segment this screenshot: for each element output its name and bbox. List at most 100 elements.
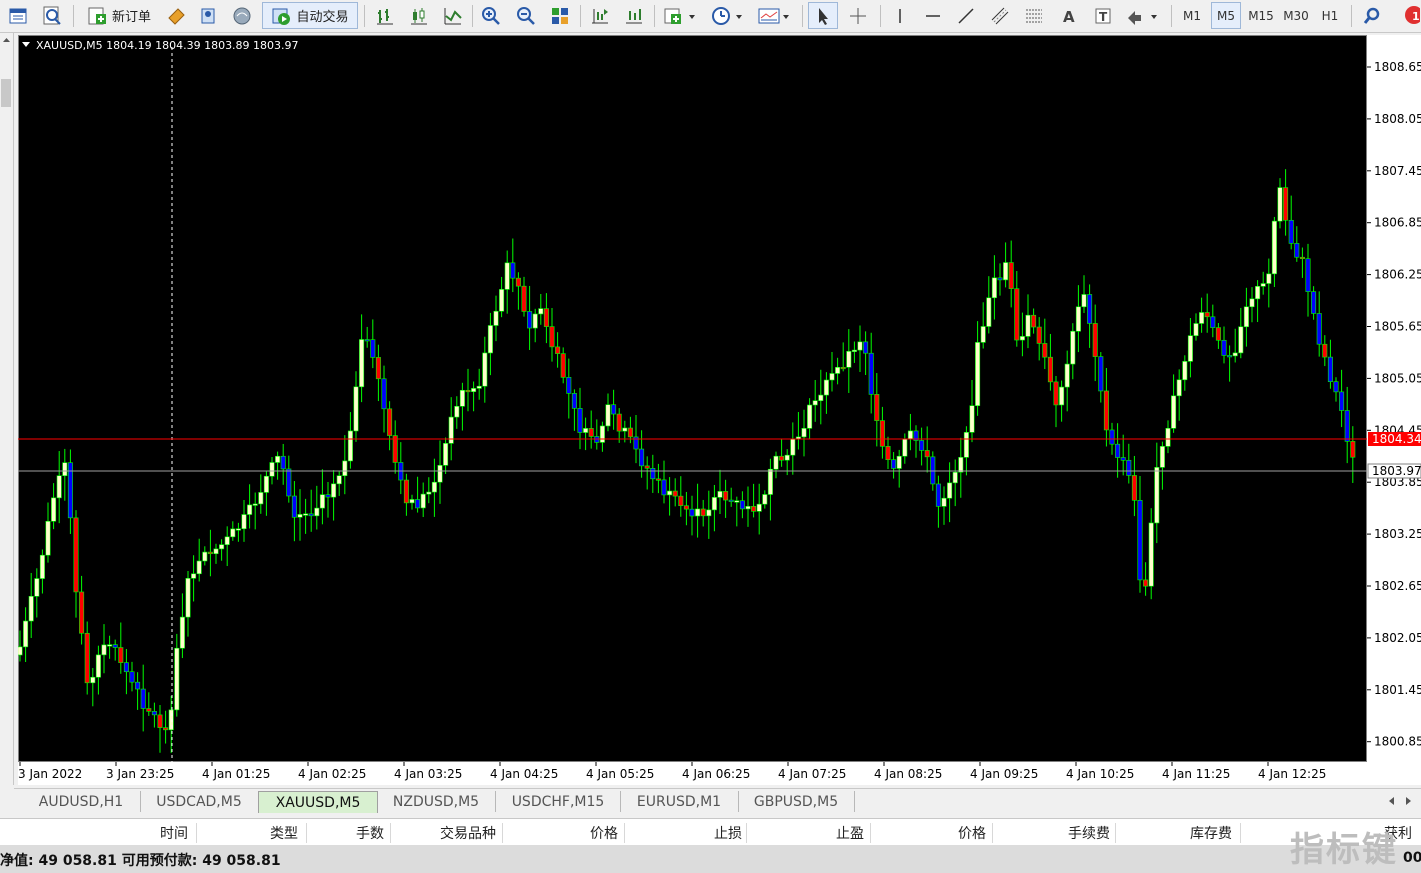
timeframe-h1[interactable]: H1 <box>1315 2 1345 29</box>
column-header-stop-loss[interactable]: 止损 <box>684 823 742 843</box>
equidistant-channel-icon[interactable] <box>986 2 1014 29</box>
text-icon[interactable]: A <box>1055 2 1083 29</box>
timeframe-m5[interactable]: M5 <box>1211 2 1241 29</box>
price-scale[interactable]: 1808.65 1808.05 1807.45 1806.85 1806.25 1805.… <box>1367 35 1421 785</box>
notification-icon[interactable]: 1 <box>1396 2 1421 29</box>
signals-icon[interactable] <box>194 2 222 29</box>
bar-chart-icon[interactable] <box>371 2 399 29</box>
svg-text:1: 1 <box>1412 10 1420 23</box>
crosshair-icon[interactable] <box>843 2 873 29</box>
fibonacci-icon[interactable] <box>1020 2 1048 29</box>
column-header-current-price[interactable]: 价格 <box>928 823 986 843</box>
candle-body <box>247 504 253 515</box>
indicators-icon[interactable] <box>660 2 700 29</box>
candle-body <box>1014 288 1020 341</box>
candlestick-icon[interactable] <box>405 2 433 29</box>
symbol-tab-eurusd[interactable]: EURUSD,M1 <box>620 791 739 812</box>
candle-body <box>381 378 387 410</box>
candle-body <box>230 528 236 538</box>
symbol-tab-label: EURUSD,M1 <box>636 793 722 810</box>
timeframe-m30[interactable]: M30 <box>1280 2 1312 29</box>
candle-body <box>1344 410 1350 442</box>
candle-body <box>588 428 594 437</box>
candle-body <box>359 339 365 388</box>
time-tick-label: 4 Jan 10:25 <box>1066 767 1134 781</box>
symbol-tab-xauusd[interactable]: XAUUSD,M5 <box>258 791 378 813</box>
candle-body <box>571 393 577 409</box>
column-header-price[interactable]: 价格 <box>560 823 618 843</box>
text-label-icon[interactable]: T <box>1089 2 1117 29</box>
chart-shift-icon[interactable] <box>586 2 614 29</box>
symbol-tab-usdchf[interactable]: USDCHF,M15 <box>496 791 621 812</box>
tile-windows-icon[interactable] <box>546 2 574 29</box>
symbol-tab-gbpusd[interactable]: GBPUSD,M5 <box>738 791 855 812</box>
auto-trade-button[interactable]: 自动交易 <box>262 2 358 29</box>
timeframe-m30-label: M30 <box>1283 8 1309 23</box>
time-tick-label: 4 Jan 11:25 <box>1162 767 1230 781</box>
time-tick-label: 4 Jan 04:25 <box>490 767 558 781</box>
chart-canvas[interactable]: XAUUSD,M5 1804.19 1804.39 1803.89 1803.9… <box>18 35 1367 762</box>
market-watch-icon[interactable] <box>4 2 32 29</box>
auto-scroll-icon[interactable] <box>620 2 648 29</box>
meta-editor-icon[interactable] <box>162 2 190 29</box>
column-header-take-profit[interactable]: 止盈 <box>806 823 864 843</box>
new-order-button[interactable]: 新订单 <box>79 2 159 29</box>
candle-body <box>997 277 1003 281</box>
candle-body <box>163 727 169 731</box>
vertical-line-icon[interactable] <box>886 2 914 29</box>
templates-icon[interactable] <box>754 2 794 29</box>
header-triangle-icon[interactable] <box>22 42 30 47</box>
zoom-out-icon[interactable] <box>512 2 540 29</box>
trendline-icon[interactable] <box>952 2 980 29</box>
timeframe-m15[interactable]: M15 <box>1245 2 1277 29</box>
column-header-type[interactable]: 类型 <box>240 823 298 843</box>
candle-body <box>23 620 29 648</box>
candle-body <box>1204 312 1210 318</box>
price-tick-label: 1806.85 <box>1374 216 1421 230</box>
column-header-symbol[interactable]: 交易品种 <box>410 823 496 843</box>
candle-body <box>661 479 667 496</box>
candle-body <box>252 503 258 506</box>
symbol-tab-usdcad[interactable]: USDCAD,M5 <box>140 791 259 812</box>
candle-body <box>499 289 505 312</box>
navigator-panel-collapsed[interactable] <box>0 33 14 785</box>
column-header-commission[interactable]: 手续费 <box>1040 823 1110 843</box>
candle-body <box>1042 343 1048 358</box>
data-window-icon[interactable] <box>37 2 67 29</box>
search-icon[interactable] <box>1358 2 1386 29</box>
candle-body <box>801 428 807 438</box>
symbol-tab-audusd[interactable]: AUDUSD,H1 <box>22 791 141 812</box>
candle-body <box>935 483 941 507</box>
candle-body <box>140 688 146 709</box>
candle-body <box>420 493 426 509</box>
candle-body <box>952 471 958 484</box>
tab-scroll-arrows-icon[interactable] <box>1384 792 1414 812</box>
candle-body <box>924 450 930 458</box>
candle-body <box>207 551 213 555</box>
time-tick-label: 4 Jan 05:25 <box>586 767 654 781</box>
candle-body <box>958 457 964 473</box>
candle-body <box>476 385 482 389</box>
candle-body <box>1053 381 1059 406</box>
candle-body <box>919 440 925 451</box>
candle-body <box>874 394 880 421</box>
line-chart-icon[interactable] <box>439 2 467 29</box>
candle-body <box>471 388 477 392</box>
new-order-label: 新订单 <box>111 10 151 25</box>
column-header-time[interactable]: 时间 <box>130 823 188 843</box>
horizontal-line-icon[interactable] <box>919 2 947 29</box>
zoom-in-icon[interactable] <box>477 2 505 29</box>
candle-body <box>756 503 762 512</box>
timeframe-m1[interactable]: M1 <box>1177 2 1207 29</box>
column-header-volume[interactable]: 手数 <box>326 823 384 843</box>
cursor-icon[interactable] <box>808 2 838 29</box>
period-icon[interactable] <box>707 2 747 29</box>
candle-body <box>79 591 85 634</box>
symbol-tab-nzdusd[interactable]: NZDUSD,M5 <box>377 791 496 812</box>
candle-body <box>90 676 96 684</box>
price-tick-label: 1800.85 <box>1374 735 1421 749</box>
column-header-swap[interactable]: 库存费 <box>1162 823 1232 843</box>
market-icon[interactable] <box>228 2 256 29</box>
arrows-icon[interactable] <box>1122 2 1162 29</box>
candle-body <box>1109 429 1115 445</box>
